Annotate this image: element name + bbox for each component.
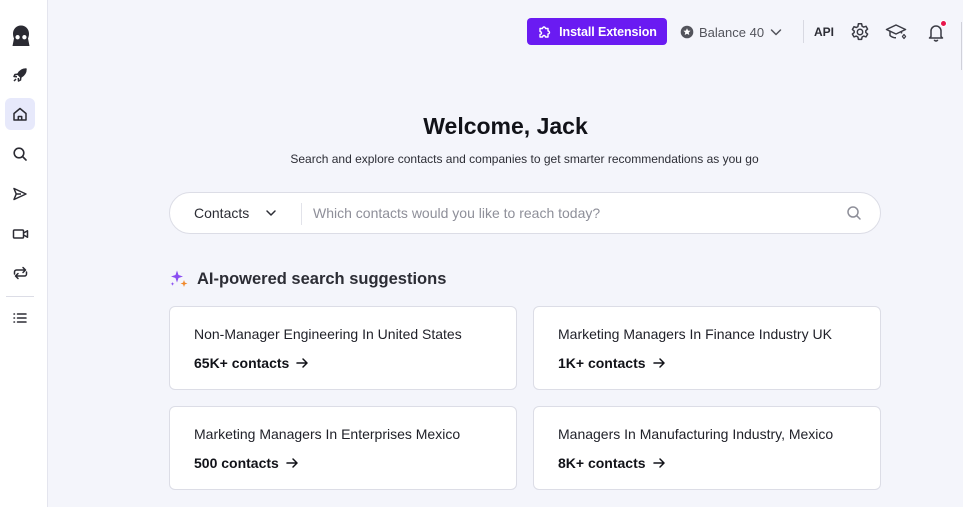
rocket-icon: [13, 68, 27, 82]
suggestion-count-label: 8K+ contacts: [558, 455, 646, 471]
suggestion-card-title: Marketing Managers In Enterprises Mexico: [194, 426, 461, 442]
puzzle-icon: [539, 25, 551, 38]
chevron-down-icon: [770, 29, 782, 36]
suggestion-card-title: Marketing Managers In Finance Industry U…: [558, 326, 832, 342]
home-icon: [13, 107, 27, 121]
suggestion-card[interactable]: Marketing Managers In Enterprises Mexico…: [169, 406, 517, 490]
suggestions-title: AI-powered search suggestions: [197, 269, 447, 288]
install-extension-button[interactable]: Install Extension: [527, 18, 667, 45]
sidebar-item-sequences[interactable]: [5, 178, 35, 210]
arrow-right-icon: [652, 458, 665, 468]
search-divider: [301, 203, 302, 225]
welcome-subtitle: Search and explore contacts and companie…: [290, 152, 759, 166]
sidebar-item-search[interactable]: [5, 138, 35, 170]
app-logo-icon[interactable]: [9, 24, 33, 48]
sidebar-item-meetings[interactable]: [5, 218, 35, 250]
suggestion-card[interactable]: Marketing Managers In Finance Industry U…: [533, 306, 881, 390]
gear-icon: [851, 23, 869, 41]
sidebar-divider: [6, 296, 34, 297]
header-divider: [803, 20, 804, 43]
search-bar: Contacts: [169, 192, 881, 234]
suggestion-count-label: 1K+ contacts: [558, 355, 646, 371]
sidebar-item-home[interactable]: [5, 98, 35, 130]
search-type-dropdown[interactable]: Contacts: [194, 193, 277, 233]
suggestion-card-count[interactable]: 65K+ contacts: [194, 355, 309, 371]
balance-dropdown[interactable]: Balance 40: [680, 22, 783, 42]
sidebar: [0, 0, 48, 507]
sidebar-item-rocket[interactable]: [5, 59, 35, 91]
sparkles-icon: [170, 270, 188, 287]
send-icon: [13, 187, 27, 201]
graduation-cap-icon: [885, 24, 907, 40]
suggestion-card-count[interactable]: 500 contacts: [194, 455, 299, 471]
suggestion-count-label: 500 contacts: [194, 455, 279, 471]
sidebar-item-lists[interactable]: [5, 302, 35, 334]
app-root: Install Extension Balance 40 API Welcome…: [0, 0, 963, 507]
window-scrollbar-edge: [961, 22, 962, 70]
suggestions-header: AI-powered search suggestions: [169, 267, 446, 291]
balance-label: Balance 40: [699, 24, 765, 40]
suggestion-card-title: Non-Manager Engineering In United States: [194, 326, 462, 342]
list-icon: [13, 313, 27, 323]
suggestion-card[interactable]: Managers In Manufacturing Industry, Mexi…: [533, 406, 881, 490]
suggestion-card-title: Managers In Manufacturing Industry, Mexi…: [558, 426, 834, 442]
suggestion-card-count[interactable]: 8K+ contacts: [558, 455, 666, 471]
suggestion-card-count[interactable]: 1K+ contacts: [558, 355, 666, 371]
notification-badge: [940, 20, 947, 27]
academy-button[interactable]: [884, 20, 908, 44]
arrow-right-icon: [286, 458, 298, 468]
arrow-right-icon: [652, 358, 665, 368]
search-type-label: Contacts: [194, 205, 250, 221]
suggestion-card[interactable]: Non-Manager Engineering In United States…: [169, 306, 517, 390]
credits-icon: [680, 25, 694, 39]
settings-button[interactable]: [848, 20, 872, 44]
search-icon[interactable]: [846, 205, 862, 221]
suggestion-count-label: 65K+ contacts: [194, 355, 290, 371]
sidebar-item-workflows[interactable]: [5, 257, 35, 289]
chevron-down-icon: [266, 210, 276, 216]
search-input[interactable]: [313, 201, 833, 225]
install-extension-label: Install Extension: [559, 24, 657, 39]
video-icon: [12, 229, 28, 239]
welcome-title: Welcome, Jack: [423, 113, 588, 139]
notifications-button[interactable]: [924, 20, 948, 44]
repeat-icon: [13, 266, 27, 280]
api-link[interactable]: API: [814, 25, 834, 39]
search-icon: [13, 147, 27, 161]
arrow-right-icon: [296, 358, 309, 368]
